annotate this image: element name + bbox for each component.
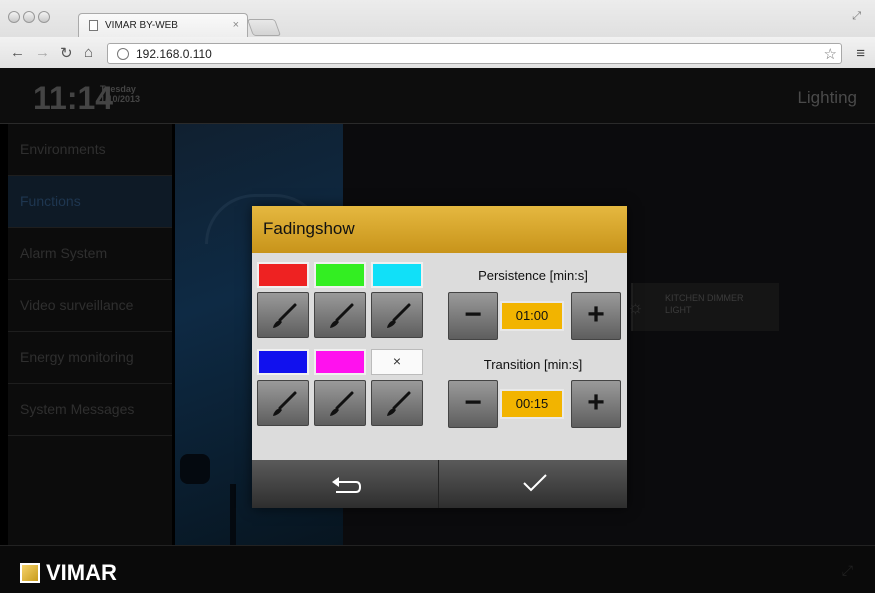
forward-arrow-icon[interactable]: →	[35, 44, 50, 61]
transition-minus-button[interactable]: −	[448, 380, 498, 428]
new-tab-button[interactable]	[246, 19, 282, 36]
window-controls	[8, 10, 53, 28]
brush-icon	[330, 303, 354, 328]
sidebar-item-alarm-system[interactable]: Alarm System	[8, 228, 172, 280]
expand-icon[interactable]: ⤢	[842, 562, 853, 579]
document-icon	[89, 20, 98, 31]
color-swatch-empty[interactable]: ×	[371, 349, 423, 375]
brush-button-6[interactable]	[371, 380, 423, 426]
brush-button-5[interactable]	[314, 380, 366, 426]
date-label: 1/10/2013	[100, 94, 141, 104]
day-label: Tuesday	[100, 84, 136, 94]
transition-value[interactable]: 00:15	[500, 389, 564, 419]
sidebar-item-environments[interactable]: Environments	[8, 124, 172, 176]
brush-button-2[interactable]	[314, 292, 366, 338]
illustration-post	[230, 484, 236, 545]
checkmark-icon	[523, 474, 547, 492]
sidebar-item-video-surveillance[interactable]: Video surveillance	[8, 280, 172, 332]
color-swatch-cyan[interactable]	[371, 262, 423, 288]
sidebar-item-system-messages[interactable]: System Messages	[8, 384, 172, 436]
color-swatch-blue[interactable]	[257, 349, 309, 375]
reload-icon[interactable]: ↻	[60, 44, 73, 62]
confirm-button[interactable]	[440, 460, 627, 508]
dialog-footer	[252, 460, 627, 508]
browser-chrome: VIMAR BY-WEB × ⤢ ← → ↻ ⌂ 192.168.0.110 ☆…	[0, 0, 875, 68]
device-label-line2: LIGHT	[665, 305, 692, 315]
bookmark-star-icon[interactable]: ☆	[824, 45, 837, 63]
vimar-logo-icon	[20, 563, 40, 583]
minimize-window-button[interactable]	[23, 11, 35, 23]
brush-icon	[330, 391, 354, 416]
color-swatch-magenta[interactable]	[314, 349, 366, 375]
home-icon[interactable]: ⌂	[84, 44, 93, 61]
persistence-plus-button[interactable]: +	[571, 292, 621, 340]
globe-icon	[117, 48, 129, 60]
tab-title: VIMAR BY-WEB	[105, 20, 178, 31]
tab-close-icon[interactable]: ×	[233, 19, 239, 31]
app-footer: VIMAR ⤢	[0, 545, 875, 593]
address-bar[interactable]: 192.168.0.110 ☆	[107, 43, 842, 64]
transition-plus-button[interactable]: +	[571, 380, 621, 428]
device-label: KITCHEN DIMMER LIGHT	[665, 292, 744, 316]
color-swatch-green[interactable]	[314, 262, 366, 288]
brush-icon	[273, 303, 297, 328]
light-bulb-icon: ☼	[627, 297, 644, 317]
device-kitchen-dimmer-light[interactable]: ☼ KITCHEN DIMMER LIGHT	[627, 283, 779, 331]
browser-tab[interactable]: VIMAR BY-WEB ×	[78, 13, 248, 37]
return-arrow-icon	[332, 477, 362, 493]
illustration-shape	[180, 454, 210, 484]
dialog-title: Fadingshow	[252, 206, 627, 253]
brush-icon	[387, 303, 411, 328]
browser-toolbar: ← → ↻ ⌂ 192.168.0.110 ☆ ≡	[0, 37, 875, 68]
zoom-window-button[interactable]	[38, 11, 50, 23]
menu-icon[interactable]: ≡	[856, 45, 865, 62]
persistence-minus-button[interactable]: −	[448, 292, 498, 340]
back-button[interactable]	[252, 460, 439, 508]
sidebar: Environments Functions Alarm System Vide…	[8, 124, 172, 545]
persistence-label: Persistence [min:s]	[478, 268, 588, 283]
date-display: Tuesday 1/10/2013	[100, 84, 140, 104]
brush-icon	[273, 391, 297, 416]
back-arrow-icon[interactable]: ←	[10, 44, 25, 61]
section-title: Lighting	[797, 88, 857, 107]
brush-button-4[interactable]	[257, 380, 309, 426]
close-window-button[interactable]	[8, 11, 20, 23]
url-text: 192.168.0.110	[136, 47, 212, 61]
sidebar-item-functions[interactable]: Functions	[8, 176, 172, 228]
transition-label: Transition [min:s]	[483, 357, 583, 372]
color-swatch-red[interactable]	[257, 262, 309, 288]
brush-button-3[interactable]	[371, 292, 423, 338]
sidebar-item-energy-monitoring[interactable]: Energy monitoring	[8, 332, 172, 384]
fadingshow-dialog: Fadingshow × Persistence [min:s] − 01:00…	[252, 206, 627, 508]
brand-logo: VIMAR	[46, 560, 117, 585]
fullscreen-icon[interactable]: ⤢	[852, 10, 861, 23]
device-label-line1: KITCHEN DIMMER	[665, 293, 744, 303]
persistence-value[interactable]: 01:00	[500, 301, 564, 331]
brush-icon	[387, 391, 411, 416]
brush-button-1[interactable]	[257, 292, 309, 338]
app-header: 11:14 Tuesday 1/10/2013 Lighting	[0, 68, 875, 124]
